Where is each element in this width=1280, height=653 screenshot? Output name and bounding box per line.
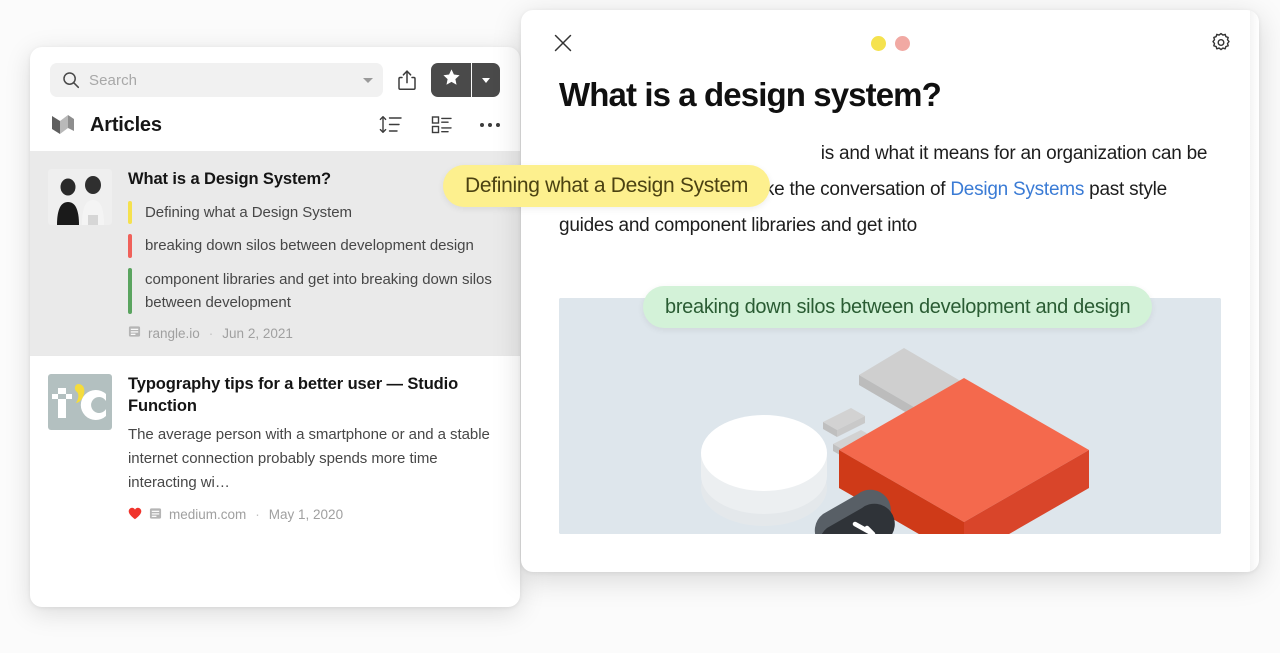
highlight-row[interactable]: component libraries and get into breakin… xyxy=(128,267,498,315)
yellow-highlight-tooltip[interactable]: Defining what a Design System xyxy=(443,165,771,207)
highlight-text: Defining what a Design System xyxy=(145,203,352,221)
highlight-color-picker xyxy=(521,35,1259,51)
yellow-highlight-dot[interactable] xyxy=(870,35,886,51)
share-icon[interactable] xyxy=(396,68,418,92)
reader-toolbar xyxy=(521,10,1259,76)
highlight-color-bar xyxy=(128,234,132,258)
meta-separator: · xyxy=(208,325,214,341)
article-icon xyxy=(149,507,162,523)
article-icon xyxy=(128,325,141,341)
green-highlight-tooltip[interactable]: breaking down silos between development … xyxy=(643,286,1153,328)
red-highlight-dot[interactable] xyxy=(894,35,910,51)
highlight-row[interactable]: Defining what a Design System xyxy=(128,200,498,225)
article-source: medium.com xyxy=(169,507,247,523)
green-highlight-tooltip-label: breaking down silos between development … xyxy=(665,295,1131,318)
highlight-row[interactable]: breaking down silos between development … xyxy=(128,234,498,258)
yellow-highlight-tooltip-label: Defining what a Design System xyxy=(465,174,749,197)
sort-icon[interactable] xyxy=(378,114,404,136)
ellipsis-icon[interactable] xyxy=(480,123,500,127)
star-dropdown-button[interactable] xyxy=(471,63,500,97)
highlight-color-bar xyxy=(128,267,132,315)
highlight-text: breaking down silos between development … xyxy=(145,237,474,255)
article-meta: rangle.io · Jun 2, 2021 xyxy=(128,325,498,341)
heart-icon xyxy=(128,507,142,523)
highlight-text: component libraries and get into breakin… xyxy=(145,270,492,311)
close-icon[interactable] xyxy=(551,31,575,55)
highlight-color-bar xyxy=(128,200,132,225)
gear-icon[interactable] xyxy=(1209,31,1233,55)
search-placeholder: Search xyxy=(89,71,138,89)
article-date: Jun 2, 2021 xyxy=(222,325,293,341)
article-list: What is a Design System? Defining what a… xyxy=(30,151,520,607)
article-heading: What is a design system? xyxy=(559,76,942,113)
article-thumbnail xyxy=(48,169,112,225)
article-content: What is a Design System? Defining what a… xyxy=(128,169,498,341)
article-hero-image xyxy=(559,297,1221,534)
article-date: May 1, 2020 xyxy=(268,507,344,523)
page-title: Articles xyxy=(90,113,162,136)
collection-header: Articles xyxy=(30,107,520,151)
article-meta: medium.com · May 1, 2020 xyxy=(128,507,498,523)
chevron-down-icon[interactable] xyxy=(363,77,373,83)
collection-actions xyxy=(378,114,500,136)
meta-separator: · xyxy=(255,507,260,523)
star-button-group xyxy=(431,63,500,97)
search-input[interactable]: Search xyxy=(50,63,383,97)
article-source: rangle.io xyxy=(148,325,200,341)
matter-logo-icon xyxy=(50,113,76,137)
list-view-icon[interactable] xyxy=(430,114,454,136)
chevron-down-icon xyxy=(482,77,490,83)
design-systems-link[interactable]: Design Systems xyxy=(950,179,1084,200)
search-icon xyxy=(62,71,80,89)
article-title: Typography tips for a better user — Stud… xyxy=(128,375,459,416)
reader-scrollbar[interactable] xyxy=(1250,10,1259,572)
star-icon xyxy=(442,68,461,92)
library-panel: Search Articles What is a Design System?… xyxy=(30,47,520,607)
search-toolbar: Search xyxy=(30,47,520,107)
article-paragraph: Defining what a Design System is and wha… xyxy=(559,136,1221,280)
article-excerpt: The average person with a smartphone or … xyxy=(128,425,490,492)
star-button[interactable] xyxy=(431,63,471,97)
list-item[interactable]: Typography tips for a better user — Stud… xyxy=(30,356,520,536)
article-content: Typography tips for a better user — Stud… xyxy=(128,374,498,522)
article-thumbnail xyxy=(48,374,112,431)
